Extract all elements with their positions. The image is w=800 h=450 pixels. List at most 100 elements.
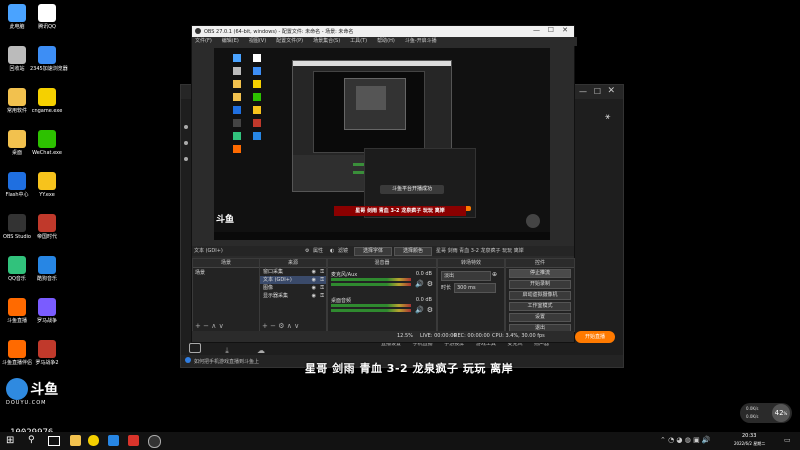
desktop-icon[interactable]: YY.exe: [30, 172, 64, 198]
start-live-button[interactable]: 开始直播: [575, 331, 615, 343]
add-icon[interactable]: ⊕: [492, 271, 497, 278]
add-icon[interactable]: +: [262, 322, 268, 330]
close-icon[interactable]: ✕: [562, 26, 568, 34]
source-item[interactable]: 窗口采集 ◉ ⚿: [260, 268, 326, 276]
obs-logo-icon: [195, 28, 201, 34]
desktop-icon[interactable]: QQ音乐: [0, 256, 34, 282]
obs-preview[interactable]: 斗鱼平台开播成功 星哥 剑雨 青血 3-2 龙泉疯子 玩玩 离岸 斗鱼: [214, 48, 550, 240]
desktop-icon[interactable]: 此电脑: [0, 4, 34, 30]
lock-icon[interactable]: ⚿: [320, 268, 324, 276]
properties-button[interactable]: 属性: [313, 246, 323, 256]
lock-icon[interactable]: ⚿: [320, 292, 324, 300]
live-mode-icon[interactable]: [189, 343, 201, 353]
lock-icon[interactable]: ⚿: [320, 276, 324, 284]
control-button[interactable]: 工作室模式: [509, 302, 571, 311]
filter-icon[interactable]: ◐: [330, 246, 334, 256]
desktop-icon[interactable]: 酷狗音乐: [30, 256, 64, 282]
taskbar-app-icon[interactable]: [128, 435, 139, 446]
select-font-button[interactable]: 选择字体: [354, 247, 392, 256]
desktop-icon-label: 酷狗音乐: [36, 276, 57, 282]
clock-date[interactable]: 2022/6/2 星期二: [734, 441, 765, 447]
taskview-icon[interactable]: [48, 436, 60, 446]
control-button[interactable]: 停止推流: [509, 269, 571, 278]
desktop-icon-label: 回收站: [9, 66, 25, 72]
share-icon[interactable]: ⚹: [605, 112, 610, 122]
menu-item[interactable]: 文件(F): [195, 38, 212, 44]
menu-item[interactable]: 工具(T): [350, 38, 367, 44]
notice-text[interactable]: 如何把手机游戏直播到斗鱼上: [194, 358, 259, 365]
rec-status: REC: 00:00:00: [454, 333, 490, 339]
add-icon[interactable]: +: [195, 322, 201, 330]
desktop-icon[interactable]: Flash中心: [0, 172, 34, 198]
desktop-icon[interactable]: 2345加速浏览器: [30, 46, 68, 72]
eye-icon[interactable]: ◉: [312, 284, 316, 292]
preview-icon-column: [230, 52, 244, 232]
eye-icon[interactable]: ◉: [312, 276, 316, 284]
desktop-icon[interactable]: 罗马战争: [30, 298, 64, 324]
source-item[interactable]: 文本 (GDI+) ◉ ⚿: [260, 276, 326, 284]
cpu-status: CPU: 3.4%, 30.00 fps: [492, 333, 545, 339]
control-button[interactable]: 开始录制: [509, 280, 571, 289]
close-icon[interactable]: ✕: [607, 86, 615, 96]
desktop-icon[interactable]: 常用软件: [0, 88, 34, 114]
minimize-icon[interactable]: —: [533, 26, 540, 34]
source-name: 文本 (GDI+): [263, 277, 292, 283]
maximize-icon[interactable]: ☐: [548, 26, 554, 34]
volume-icon[interactable]: 🔊: [415, 306, 424, 314]
menu-item[interactable]: 视图(V): [249, 38, 266, 44]
desktop-icon[interactable]: 桌面: [0, 130, 34, 156]
scene-item[interactable]: 场景: [193, 268, 259, 277]
windows-start-icon[interactable]: ⊞: [6, 435, 14, 446]
recycle-bin-icon: [8, 46, 26, 64]
clock-time[interactable]: 20:33: [742, 433, 756, 439]
source-item[interactable]: 图像 ◉ ⚿: [260, 284, 326, 292]
gear-icon[interactable]: ⚙: [278, 322, 284, 330]
desktop-icon[interactable]: 腾讯QQ: [30, 4, 64, 30]
down-icon[interactable]: ∨: [294, 322, 299, 330]
desktop-icon[interactable]: 回收站: [0, 46, 34, 72]
menu-item[interactable]: 编辑(E): [222, 38, 239, 44]
desktop-icon[interactable]: 斗鱼直播伴侣: [0, 340, 34, 366]
eye-icon[interactable]: ◉: [312, 268, 316, 276]
source-item[interactable]: 显示器采集 ◉ ⚿: [260, 292, 326, 300]
control-button[interactable]: 启动虚拟摄像机: [509, 291, 571, 300]
gear-icon[interactable]: ⚙: [427, 306, 433, 314]
up-icon[interactable]: ∧: [211, 322, 216, 330]
taskbar-app-icon[interactable]: [70, 435, 81, 446]
obs-taskbar-icon[interactable]: [148, 435, 161, 448]
desktop-icon[interactable]: OBS Studio: [0, 214, 34, 240]
menu-item[interactable]: 帮助(H): [377, 38, 395, 44]
desktop-icon[interactable]: 斗鱼直播: [0, 298, 34, 324]
remove-icon[interactable]: −: [203, 322, 209, 330]
search-icon[interactable]: ⚲: [28, 435, 35, 445]
notification-icon[interactable]: ▭: [784, 436, 791, 444]
taskbar-app-icon[interactable]: [88, 435, 99, 446]
taskbar-app-icon[interactable]: [108, 435, 119, 446]
desktop-icon[interactable]: WeChat.exe: [30, 130, 64, 156]
menu-item[interactable]: 斗鱼-开启斗播: [405, 38, 437, 44]
menu-item[interactable]: 配置文件(P): [276, 38, 303, 44]
volume-icon[interactable]: 🔊: [415, 280, 424, 288]
up-icon[interactable]: ∧: [287, 322, 292, 330]
desktop-icon[interactable]: 帝国时代: [30, 214, 64, 240]
remove-icon[interactable]: −: [270, 322, 276, 330]
text-source-content[interactable]: 星哥 剑雨 青血 3-2 龙泉疯子 玩玩 离岸: [436, 246, 524, 256]
network-speed-widget[interactable]: 0.0K/s 0.0K/s 42%: [740, 403, 792, 423]
select-color-button[interactable]: 选择颜色: [394, 247, 432, 256]
gear-icon[interactable]: ⚙: [427, 280, 433, 288]
lock-icon[interactable]: ⚿: [320, 284, 324, 292]
menu-item[interactable]: 场景集合(S): [313, 38, 340, 44]
desktop-icon[interactable]: 罗马战争2: [30, 340, 64, 366]
maximize-icon[interactable]: ☐: [594, 87, 601, 96]
control-button[interactable]: 设置: [509, 313, 571, 322]
duration-input[interactable]: 300 ms: [454, 283, 496, 293]
desktop-icon[interactable]: cngame.exe: [30, 88, 64, 114]
download-icon[interactable]: ⤓: [225, 346, 229, 355]
transition-select[interactable]: 淡出: [441, 271, 491, 281]
upload-icon[interactable]: ☁: [257, 346, 265, 355]
filters-button[interactable]: 滤镜: [338, 246, 348, 256]
gear-icon[interactable]: ⚙: [305, 246, 309, 256]
eye-icon[interactable]: ◉: [312, 292, 316, 300]
down-icon[interactable]: ∨: [219, 322, 224, 330]
minimize-icon[interactable]: —: [579, 87, 587, 96]
